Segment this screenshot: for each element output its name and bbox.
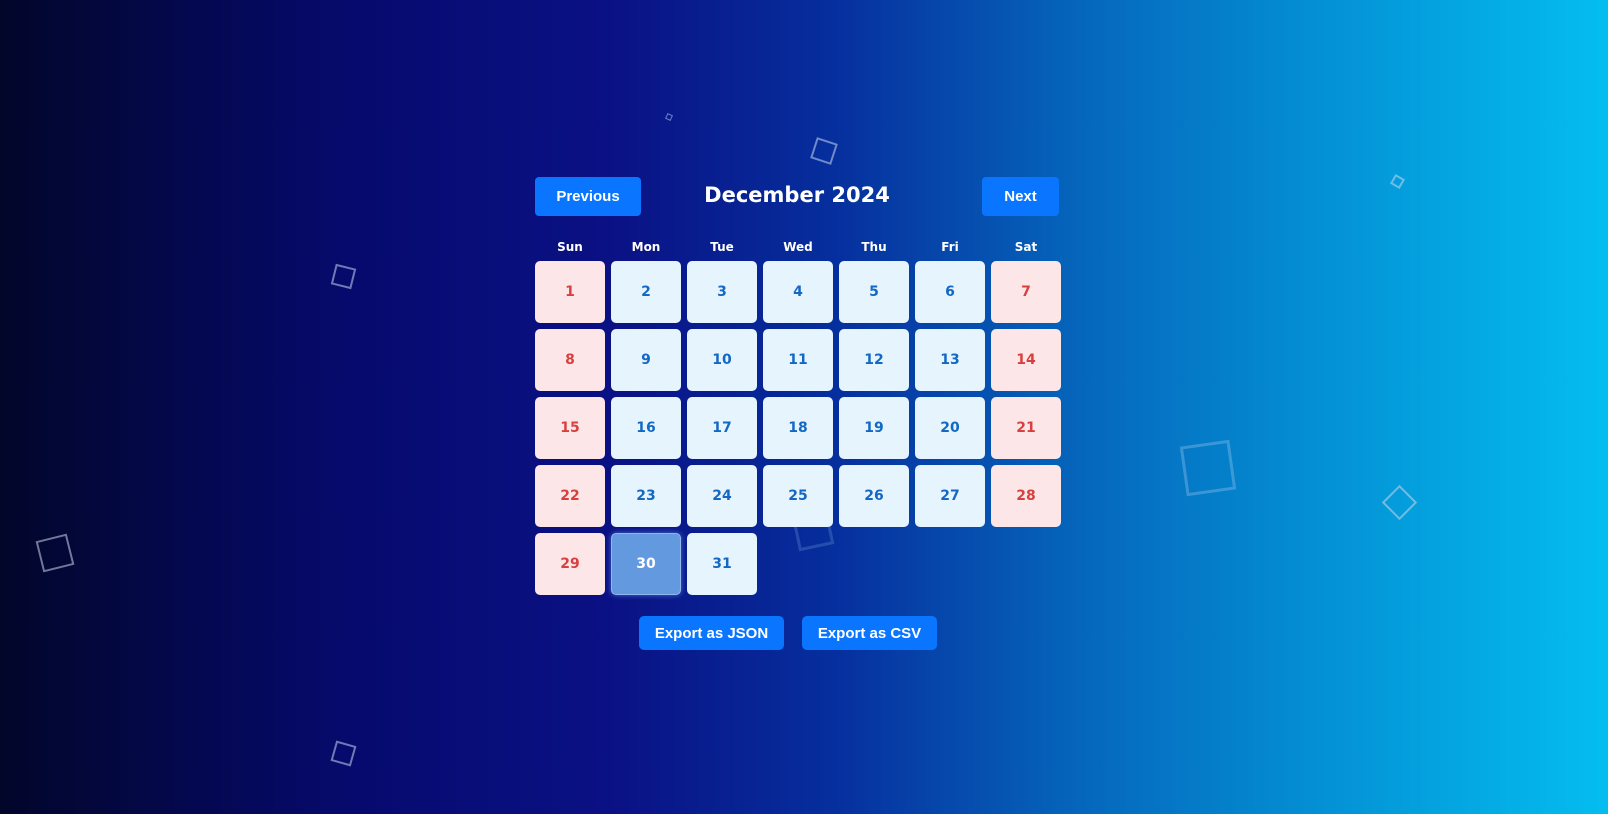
day-cell[interactable]: 2 <box>611 261 681 323</box>
day-cell[interactable]: 31 <box>687 533 757 595</box>
decorative-square <box>35 533 75 573</box>
day-cell[interactable]: 5 <box>839 261 909 323</box>
day-grid: 1 2 3 4 5 6 7 8 9 10 11 12 13 14 15 16 1… <box>535 261 1061 595</box>
day-cell[interactable]: 10 <box>687 329 757 391</box>
day-cell[interactable]: 29 <box>535 533 605 595</box>
weekday-header-row: Sun Mon Tue Wed Thu Fri Sat <box>535 240 1059 254</box>
calendar-header: Previous December 2024 Next <box>535 177 1059 217</box>
day-cell[interactable]: 18 <box>763 397 833 459</box>
decorative-square <box>330 740 357 767</box>
decorative-square <box>1389 173 1406 190</box>
export-json-button[interactable]: Export as JSON <box>639 616 784 650</box>
day-cell[interactable]: 24 <box>687 465 757 527</box>
weekday-label-tue: Tue <box>710 240 734 254</box>
day-cell[interactable]: 28 <box>991 465 1061 527</box>
weekday-label-sat: Sat <box>1014 240 1038 254</box>
previous-month-button[interactable]: Previous <box>535 177 641 216</box>
day-cell[interactable]: 6 <box>915 261 985 323</box>
day-cell[interactable]: 16 <box>611 397 681 459</box>
day-cell[interactable]: 13 <box>915 329 985 391</box>
day-cell[interactable]: 12 <box>839 329 909 391</box>
decorative-square <box>330 263 357 290</box>
decorative-square <box>1381 484 1418 521</box>
day-cell[interactable]: 1 <box>535 261 605 323</box>
day-cell[interactable]: 11 <box>763 329 833 391</box>
day-cell[interactable]: 27 <box>915 465 985 527</box>
decorative-square <box>1179 439 1237 497</box>
day-cell[interactable]: 22 <box>535 465 605 527</box>
export-csv-button[interactable]: Export as CSV <box>802 616 937 650</box>
day-cell[interactable]: 19 <box>839 397 909 459</box>
day-cell[interactable]: 9 <box>611 329 681 391</box>
weekday-label-sun: Sun <box>557 240 583 254</box>
day-cell[interactable]: 26 <box>839 465 909 527</box>
day-cell[interactable]: 25 <box>763 465 833 527</box>
calendar: Previous December 2024 Next Sun Mon Tue … <box>535 177 1061 595</box>
weekday-label-fri: Fri <box>941 240 959 254</box>
decorative-square <box>665 113 673 121</box>
day-cell[interactable]: 17 <box>687 397 757 459</box>
decorative-square <box>810 137 838 165</box>
day-cell[interactable]: 14 <box>991 329 1061 391</box>
weekday-label-mon: Mon <box>631 240 661 254</box>
next-month-button[interactable]: Next <box>982 177 1059 216</box>
export-actions: Export as JSON Export as CSV <box>639 616 937 650</box>
day-cell[interactable]: 7 <box>991 261 1061 323</box>
day-cell-selected[interactable]: 30 <box>611 533 681 595</box>
weekday-label-thu: Thu <box>861 240 887 254</box>
day-cell[interactable]: 3 <box>687 261 757 323</box>
day-cell[interactable]: 20 <box>915 397 985 459</box>
day-cell[interactable]: 15 <box>535 397 605 459</box>
weekday-label-wed: Wed <box>783 240 813 254</box>
day-cell[interactable]: 23 <box>611 465 681 527</box>
day-cell[interactable]: 21 <box>991 397 1061 459</box>
day-cell[interactable]: 4 <box>763 261 833 323</box>
day-cell[interactable]: 8 <box>535 329 605 391</box>
